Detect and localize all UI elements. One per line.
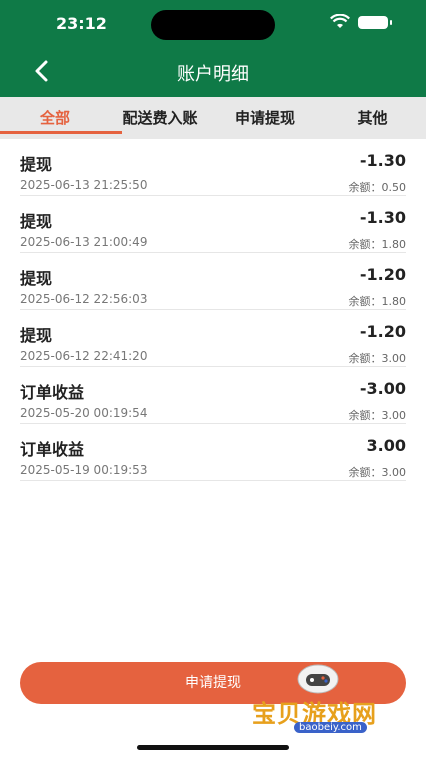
record-amount: 3.00 xyxy=(366,436,406,455)
list-item[interactable]: 提现 2025-06-13 21:25:50 -1.30 余额：0.50 xyxy=(20,139,406,196)
list-item[interactable]: 订单收益 2025-05-20 00:19:54 -3.00 余额：3.00 xyxy=(20,367,406,424)
record-amount: -1.20 xyxy=(359,265,406,284)
watermark-url: baobeiy.com xyxy=(294,722,367,733)
record-type: 提现 xyxy=(20,155,53,174)
list-item[interactable]: 提现 2025-06-12 22:41:20 -1.20 余额：3.00 xyxy=(20,310,406,367)
record-type: 提现 xyxy=(20,269,53,288)
list-item[interactable]: 订单收益 2025-05-19 00:19:53 3.00 余额：3.00 xyxy=(20,424,406,481)
record-time: 2025-05-19 00:19:53 xyxy=(20,463,148,477)
home-indicator xyxy=(137,745,289,750)
battery-icon xyxy=(358,16,392,29)
record-time: 2025-06-13 21:00:49 xyxy=(20,235,148,249)
camera-notch xyxy=(151,10,275,40)
record-balance: 余额：3.00 xyxy=(348,352,407,365)
record-amount: -3.00 xyxy=(359,379,406,398)
record-type: 提现 xyxy=(20,326,53,345)
page-title: 账户明细 xyxy=(177,64,249,85)
record-list: 提现 2025-06-13 21:25:50 -1.30 余额：0.50 提现 … xyxy=(20,139,406,481)
record-amount: -1.30 xyxy=(359,151,406,170)
wifi-icon xyxy=(330,14,350,28)
list-item[interactable]: 提现 2025-06-12 22:56:03 -1.20 余额：1.80 xyxy=(20,253,406,310)
record-balance: 余额：3.00 xyxy=(348,466,407,479)
record-time: 2025-06-13 21:25:50 xyxy=(20,178,148,192)
top-bar: 23:12 账户明细 xyxy=(0,0,426,97)
active-tab-indicator xyxy=(0,131,122,134)
list-item[interactable]: 提现 2025-06-13 21:00:49 -1.30 余额：1.80 xyxy=(20,196,406,253)
record-balance: 余额：0.50 xyxy=(348,181,407,194)
record-balance: 余额：3.00 xyxy=(348,409,407,422)
record-amount: -1.30 xyxy=(359,208,406,227)
record-type: 订单收益 xyxy=(20,383,85,402)
record-time: 2025-06-12 22:56:03 xyxy=(20,292,148,306)
record-type: 订单收益 xyxy=(20,440,85,459)
record-time: 2025-05-20 00:19:54 xyxy=(20,406,148,420)
tab-other[interactable]: 其他 xyxy=(325,97,420,139)
record-amount: -1.20 xyxy=(359,322,406,341)
record-balance: 余额：1.80 xyxy=(348,238,407,251)
tab-delivery-income[interactable]: 配送费入账 xyxy=(110,97,210,139)
record-time: 2025-06-12 22:41:20 xyxy=(20,349,148,363)
record-type: 提现 xyxy=(20,212,53,231)
apply-withdraw-button[interactable]: 申请提现 xyxy=(20,662,406,704)
status-time: 23:12 xyxy=(56,14,107,33)
tab-withdraw[interactable]: 申请提现 xyxy=(215,97,315,139)
record-balance: 余额：1.80 xyxy=(348,295,407,308)
